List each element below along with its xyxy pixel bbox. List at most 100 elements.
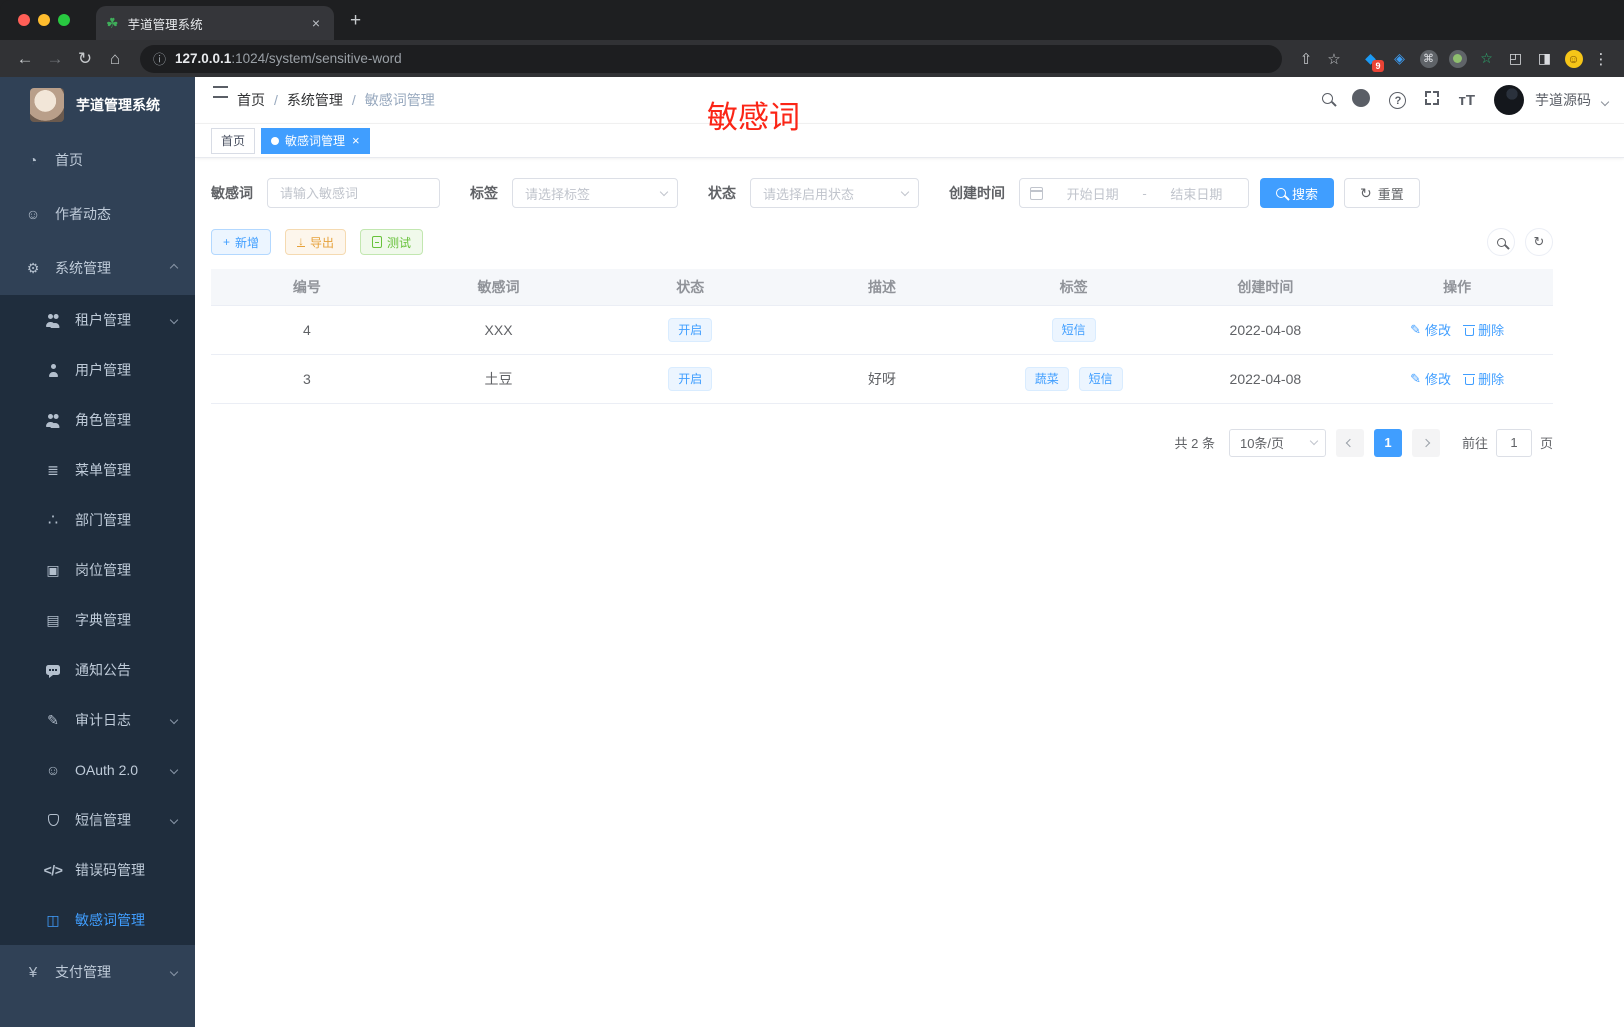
robot-face-icon: ☺ [25, 206, 41, 222]
delete-label: 删除 [1478, 323, 1505, 338]
sidebar-item-system-management[interactable]: ⚙ 系统管理 [0, 241, 195, 295]
window-zoom-button[interactable] [58, 14, 70, 26]
breadcrumb-separator: / [351, 92, 356, 108]
sidebar-item-post[interactable]: ▣ 岗位管理 [0, 545, 195, 595]
reset-button[interactable]: ↻ 重置 [1344, 178, 1420, 208]
refresh-table-button[interactable]: ↻ [1525, 228, 1553, 256]
sidebar-item-oauth[interactable]: ☺ OAuth 2.0 [0, 745, 195, 795]
delete-link[interactable]: 删除 [1463, 320, 1505, 339]
tag-select-placeholder: 请选择标签 [525, 186, 591, 202]
url-bar[interactable]: ⓘ 127.0.0.1:1024/system/sensitive-word [140, 44, 1282, 73]
browser-tab[interactable]: ☘ 芋道管理系统 × [96, 6, 334, 40]
sidebar-item-role[interactable]: 角色管理 [0, 395, 195, 445]
extension-gem-button[interactable]: ◈ [1385, 50, 1414, 67]
extension-badge: 9 [1371, 60, 1384, 72]
sidebar-item-author-news[interactable]: ☺ 作者动态 [0, 187, 195, 241]
test-button[interactable]: 测试 [360, 229, 424, 255]
sidebar-item-dict[interactable]: ▤ 字典管理 [0, 595, 195, 645]
extension-star-button[interactable]: ☆ [1472, 50, 1501, 67]
sidebar-item-tenant[interactable]: 租户管理 [0, 295, 195, 345]
header-search-button[interactable] [1322, 91, 1334, 109]
sidebar-item-department[interactable]: ∴ 部门管理 [0, 495, 195, 545]
add-button[interactable]: + 新增 [211, 229, 272, 255]
toggle-search-button[interactable] [1487, 228, 1515, 256]
font-size-button[interactable]: тT [1458, 92, 1475, 109]
org-chart-icon: ∴ [47, 512, 59, 529]
sidebar-item-error-code[interactable]: </> 错误码管理 [0, 845, 195, 895]
share-button[interactable]: ⇧ [1292, 50, 1320, 68]
bookmark-star-button[interactable]: ☆ [1320, 50, 1348, 68]
edit-link[interactable]: ✎ 修改 [1410, 320, 1451, 339]
back-button[interactable]: ← [10, 49, 40, 69]
extension-update-button[interactable]: ◆ 9 [1356, 50, 1385, 72]
sidebar-item-home[interactable]: ◔ 首页 [0, 133, 195, 187]
keyword-input[interactable] [267, 178, 440, 208]
fullscreen-button[interactable] [1425, 90, 1440, 110]
date-range-picker[interactable]: 开始日期 - 结束日期 [1019, 178, 1249, 208]
puzzle-icon: ◰ [1508, 50, 1523, 66]
home-button[interactable]: ⌂ [100, 49, 130, 69]
edit-link[interactable]: ✎ 修改 [1410, 369, 1451, 388]
sidebar-item-label: 角色管理 [75, 412, 131, 428]
window-minimize-button[interactable] [38, 14, 50, 26]
tag-close-icon[interactable]: × [352, 133, 360, 148]
reload-button[interactable]: ↻ [70, 49, 100, 69]
next-page-button[interactable] [1411, 428, 1440, 457]
chevron-down-icon [169, 315, 179, 325]
user-avatar[interactable] [1494, 85, 1524, 115]
goto-page-input[interactable] [1495, 428, 1532, 457]
sidebar-item-user[interactable]: 用户管理 [0, 345, 195, 395]
search-icon [1276, 188, 1286, 198]
date-start-placeholder: 开始日期 [1066, 186, 1119, 202]
tab-close-icon[interactable]: × [308, 15, 324, 31]
chevron-down-icon[interactable] [1600, 97, 1610, 107]
page-size-select[interactable]: 10条/页 [1228, 428, 1326, 457]
new-tab-button[interactable]: + [350, 10, 361, 32]
github-button[interactable] [1352, 88, 1371, 112]
status-select[interactable]: 请选择启用状态 [750, 178, 919, 208]
sidebar-item-label: 审计日志 [75, 712, 131, 728]
page-number-button[interactable]: 1 [1373, 428, 1402, 457]
forward-button[interactable]: → [40, 49, 70, 69]
profile-avatar-button[interactable]: ☺ [1559, 49, 1588, 68]
cell-description: 好呀 [786, 354, 978, 404]
app-logo[interactable]: 芋道管理系统 [0, 77, 195, 133]
sidebar-item-payment[interactable]: ¥ 支付管理 [0, 945, 195, 999]
browser-menu-button[interactable]: ⋮ [1588, 50, 1614, 68]
cell-id: 3 [211, 354, 403, 404]
export-button[interactable]: ↓ 导出 [285, 229, 347, 255]
username[interactable]: 芋道源码 [1535, 90, 1591, 110]
system-management-submenu: 租户管理 用户管理 角色管理 ≣ 菜单管理 ∴ 部门管理 ▣ 岗位管理 ▤ 字典… [0, 295, 195, 945]
tree-list-icon: ≣ [47, 461, 59, 478]
breadcrumb-home[interactable]: 首页 [237, 90, 265, 110]
help-button[interactable]: ? [1389, 91, 1407, 110]
plus-icon: + [223, 235, 231, 249]
app-title: 芋道管理系统 [76, 97, 160, 113]
prev-page-button[interactable] [1335, 428, 1364, 457]
sensitive-word-table: 编号 敏感词 状态 描述 标签 创建时间 操作 4 XXX 开启 短信 2022… [211, 269, 1553, 404]
sidebar-toggle-button[interactable] [211, 91, 215, 109]
tag-home[interactable]: 首页 [211, 127, 256, 154]
delete-link[interactable]: 删除 [1463, 369, 1504, 388]
sidebar-item-audit-log[interactable]: ✎ 审计日志 [0, 695, 195, 745]
sidebar-item-notice[interactable]: 通知公告 [0, 645, 195, 695]
extension-recorder-button[interactable] [1443, 49, 1472, 68]
site-info-icon[interactable]: ⓘ [153, 49, 166, 68]
search-button[interactable]: 搜索 [1260, 178, 1335, 208]
extensions-puzzle-button[interactable]: ◰ [1501, 50, 1530, 67]
extension-shortcut-button[interactable]: ⌘ [1414, 49, 1443, 68]
breadcrumb-section[interactable]: 系统管理 [287, 90, 343, 110]
side-panel-button[interactable]: ◨ [1530, 50, 1559, 67]
tag-sensitive-word-active[interactable]: 敏感词管理 × [261, 127, 370, 154]
robot-face-icon: ☺ [45, 762, 61, 778]
sidebar-item-sms[interactable]: 短信管理 [0, 795, 195, 845]
window-close-button[interactable] [18, 14, 30, 26]
sidebar-item-menu[interactable]: ≣ 菜单管理 [0, 445, 195, 495]
chevron-up-icon [169, 263, 179, 273]
tag-select[interactable]: 请选择标签 [512, 178, 678, 208]
col-tags: 标签 [977, 269, 1170, 306]
sidebar-item-sensitive-word[interactable]: ◫ 敏感词管理 [0, 895, 195, 945]
sidebar-item-label: 作者动态 [55, 206, 111, 222]
cell-id: 4 [211, 305, 403, 355]
sidebar-item-label: 岗位管理 [75, 562, 131, 578]
